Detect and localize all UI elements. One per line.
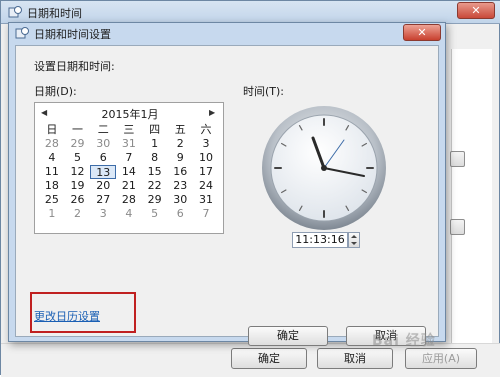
datetime-settings-dialog: 日期和时间设置 ✕ 设置日期和时间: 日期(D): 时间(T): ◀ 2015年… — [8, 22, 446, 346]
calendar-day-selected[interactable]: 13 — [90, 165, 117, 179]
calendar-day[interactable]: 29 — [65, 137, 91, 151]
calendar-day[interactable]: 8 — [142, 151, 168, 165]
change-calendar-settings-link[interactable]: 更改日历设置 — [34, 308, 100, 324]
calendar-day[interactable]: 1 — [39, 207, 65, 221]
calendar-day[interactable]: 23 — [167, 179, 193, 193]
calendar-day[interactable]: 9 — [167, 151, 193, 165]
analog-clock-icon — [262, 106, 386, 230]
calendar-day[interactable]: 14 — [116, 165, 142, 179]
calendar-day[interactable]: 28 — [116, 193, 142, 207]
calendar-day[interactable]: 5 — [142, 207, 168, 221]
weekday-header: 四 — [149, 123, 161, 136]
outer-ok-button[interactable]: 确定 — [231, 348, 307, 369]
outer-apply-button[interactable]: 应用(A) — [405, 348, 477, 369]
spin-up-icon[interactable] — [351, 235, 357, 238]
calendar-day[interactable]: 16 — [167, 165, 193, 179]
calendar-day[interactable]: 27 — [90, 193, 116, 207]
calendar-day[interactable]: 22 — [142, 179, 168, 193]
calendar-day[interactable]: 6 — [167, 207, 193, 221]
time-label: 时间(T): — [243, 85, 285, 98]
calendar-week-row: 28 29 30 31 1 2 3 — [39, 137, 219, 151]
calendar-day[interactable]: 19 — [65, 179, 91, 193]
outer-right-panel — [451, 49, 492, 349]
ok-button[interactable]: 确定 — [248, 326, 328, 346]
calendar-day[interactable]: 29 — [142, 193, 168, 207]
calendar-week-row: 18 19 20 21 22 23 24 — [39, 179, 219, 193]
outer-side-button[interactable] — [450, 151, 465, 167]
weekday-header: 日 — [46, 123, 58, 136]
calendar-day[interactable]: 28 — [39, 137, 65, 151]
dialog-titlebar: 日期和时间设置 ✕ — [9, 23, 445, 44]
calendar-day[interactable]: 12 — [65, 165, 91, 179]
calendar-day[interactable]: 7 — [193, 207, 219, 221]
outer-window-title: 日期和时间 — [27, 7, 82, 20]
settings-heading: 设置日期和时间: — [34, 60, 115, 73]
calendar-day[interactable]: 30 — [90, 137, 116, 151]
next-month-icon[interactable]: ▶ — [209, 108, 215, 117]
calendar-day[interactable]: 25 — [39, 193, 65, 207]
calendar-day[interactable]: 10 — [193, 151, 219, 165]
datetime-icon — [15, 27, 29, 39]
datetime-icon — [8, 6, 22, 18]
weekday-header: 五 — [174, 123, 186, 136]
calendar-day[interactable]: 2 — [65, 207, 91, 221]
watermark: Bai 经验 — [372, 333, 436, 349]
outer-titlebar: 日期和时间 ✕ — [1, 1, 500, 24]
calendar-day[interactable]: 17 — [193, 165, 219, 179]
calendar-day[interactable]: 18 — [39, 179, 65, 193]
dialog-title: 日期和时间设置 — [34, 28, 111, 41]
calendar-day[interactable]: 4 — [116, 207, 142, 221]
calendar-day[interactable]: 3 — [193, 137, 219, 151]
calendar-week-row: 4 5 6 7 8 9 10 — [39, 151, 219, 165]
calendar-day[interactable]: 24 — [193, 179, 219, 193]
calendar-week-row: 25 26 27 28 29 30 31 — [39, 193, 219, 207]
weekday-header: 二 — [97, 123, 109, 136]
weekday-header: 一 — [72, 123, 84, 136]
calendar-day[interactable]: 3 — [90, 207, 116, 221]
calendar-day[interactable]: 7 — [116, 151, 142, 165]
weekday-header-row: 日 一 二 三 四 五 六 — [39, 123, 219, 137]
date-label: 日期(D): — [34, 85, 77, 98]
calendar: ◀ 2015年1月 ▶ 日 一 二 三 四 五 六 28 29 30 31 1 … — [34, 102, 224, 234]
time-input[interactable]: 11:13:16 — [292, 232, 348, 248]
weekday-header: 六 — [200, 123, 212, 136]
calendar-day[interactable]: 15 — [142, 165, 168, 179]
dialog-close-button[interactable]: ✕ — [403, 24, 441, 41]
calendar-week-row: 11 12 13 14 15 16 17 — [39, 165, 219, 179]
weekday-header: 三 — [123, 123, 135, 136]
calendar-day[interactable]: 5 — [65, 151, 91, 165]
calendar-day[interactable]: 21 — [116, 179, 142, 193]
calendar-week-row: 1 2 3 4 5 6 7 — [39, 207, 219, 221]
dialog-body: 设置日期和时间: 日期(D): 时间(T): ◀ 2015年1月 ▶ 日 一 二… — [15, 45, 439, 346]
calendar-day[interactable]: 4 — [39, 151, 65, 165]
calendar-day[interactable]: 30 — [167, 193, 193, 207]
calendar-day[interactable]: 31 — [193, 193, 219, 207]
time-spinner[interactable] — [348, 232, 360, 248]
calendar-day[interactable]: 20 — [90, 179, 116, 193]
calendar-month-label[interactable]: 2015年1月 — [35, 106, 225, 122]
calendar-day[interactable]: 1 — [142, 137, 168, 151]
calendar-day[interactable]: 26 — [65, 193, 91, 207]
calendar-day[interactable]: 6 — [90, 151, 116, 165]
calendar-grid: 日 一 二 三 四 五 六 28 29 30 31 1 2 3 4 5 6 7 … — [39, 123, 219, 221]
outer-side-button[interactable] — [450, 219, 465, 235]
calendar-day[interactable]: 2 — [167, 137, 193, 151]
outer-cancel-button[interactable]: 取消 — [317, 348, 393, 369]
outer-close-button[interactable]: ✕ — [457, 2, 495, 19]
calendar-day[interactable]: 31 — [116, 137, 142, 151]
spin-down-icon[interactable] — [351, 242, 357, 245]
calendar-day[interactable]: 11 — [39, 165, 65, 179]
